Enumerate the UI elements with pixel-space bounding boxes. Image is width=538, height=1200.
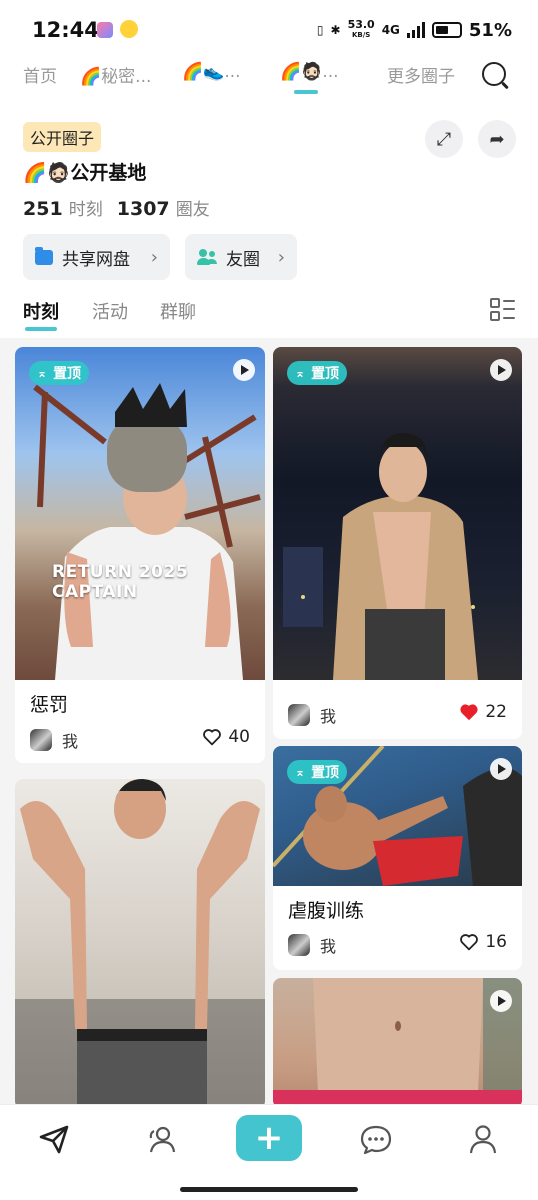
members-count: 1307 xyxy=(116,198,170,220)
post-video-thumbnail[interactable] xyxy=(273,978,522,1108)
post-title: 虐腹训练 xyxy=(288,900,365,922)
feed-card[interactable] xyxy=(273,978,522,1108)
like-button[interactable]: 40 xyxy=(202,727,250,747)
circle-header: 公开圈子 ⤢ ➦ 🌈🧔🏻公开基地 251 时刻 1307 圈友 共享网盘 › 友… xyxy=(0,100,538,338)
public-circle-badge: 公开圈子 xyxy=(23,122,102,152)
signal-icon xyxy=(406,22,425,38)
share-icon[interactable]: ➦ xyxy=(478,120,516,158)
post-video-thumbnail[interactable] xyxy=(15,779,265,1109)
chat-icon[interactable] xyxy=(356,1119,396,1159)
friends-label: 友圈 xyxy=(226,249,260,270)
feed-card[interactable]: ⌅ 置顶 我 22 xyxy=(273,347,522,739)
app-screen: 12:44 ▯ ✱ 53.0 KB/S 4G 51% 首页 🌈秘密... 🌈👟..… xyxy=(0,0,538,1200)
circle-stats: 251 时刻 1307 圈友 xyxy=(23,195,218,220)
shared-drive-button[interactable]: 共享网盘 › xyxy=(23,234,170,280)
like-button[interactable]: 16 xyxy=(459,932,507,952)
tab-moments[interactable]: 时刻 xyxy=(23,298,59,331)
heart-outline-icon xyxy=(203,729,222,746)
moments-count: 251 xyxy=(23,198,63,220)
folder-icon xyxy=(35,246,53,265)
friends-icon[interactable] xyxy=(141,1119,181,1159)
battery-icon xyxy=(431,22,462,38)
home-indicator[interactable] xyxy=(180,1187,358,1192)
friends-icon xyxy=(197,249,217,265)
net-speed: 53.0 KB/S xyxy=(347,18,375,39)
post-figure-illustration xyxy=(273,978,522,1108)
tab-secret-circle[interactable]: 🌈秘密... xyxy=(80,62,151,87)
author-name: 我 xyxy=(320,707,337,726)
like-count: 16 xyxy=(485,932,507,952)
battery-percent: 51% xyxy=(468,19,512,41)
add-post-button[interactable]: + xyxy=(236,1115,302,1161)
chevron-right-icon: › xyxy=(150,246,158,268)
feed-card[interactable]: RETURN 2025 CAPTAIN ⌅ 置顶 惩罚 我 40 xyxy=(15,347,265,763)
duck-notification-icon xyxy=(120,20,138,38)
expand-icon[interactable]: ⤢ xyxy=(425,120,463,158)
post-figure-illustration xyxy=(15,779,265,1109)
post-title: 惩罚 xyxy=(30,694,69,716)
pin-top-icon: ⌅ xyxy=(37,366,48,380)
shared-drive-label: 共享网盘 xyxy=(62,249,130,270)
like-button[interactable]: 22 xyxy=(459,702,507,722)
layout-toggle-icon[interactable] xyxy=(490,298,516,322)
like-count: 40 xyxy=(228,727,250,747)
like-count: 22 xyxy=(485,702,507,722)
moments-label: 时刻 xyxy=(68,200,103,220)
paper-plane-icon[interactable] xyxy=(34,1119,74,1159)
circle-title: 🌈🧔🏻公开基地 xyxy=(23,162,147,184)
bottom-nav: + xyxy=(0,1104,538,1200)
pin-top-icon: ⌅ xyxy=(295,366,306,380)
bluetooth-icon: ✱ xyxy=(330,23,341,37)
post-video-thumbnail[interactable]: ⌅ 置顶 xyxy=(273,347,522,680)
circle-tab-bar: 首页 🌈秘密... 🌈👟... 🌈🧔🏻... 更多圈子 xyxy=(0,58,538,100)
pinned-badge: ⌅ 置顶 xyxy=(287,361,348,385)
play-icon xyxy=(490,990,512,1012)
post-author[interactable]: 我 xyxy=(30,728,78,752)
post-video-thumbnail[interactable]: ⌅ 置顶 xyxy=(273,746,522,886)
friends-circle-button[interactable]: 友圈 › xyxy=(185,234,297,280)
heart-outline-icon xyxy=(460,934,479,951)
feed-card[interactable]: ⌅ 置顶 虐腹训练 我 16 xyxy=(273,746,522,970)
play-icon xyxy=(490,758,512,780)
members-label: 圈友 xyxy=(175,200,210,220)
status-indicators: ▯ ✱ 53.0 KB/S 4G 51% xyxy=(317,18,512,42)
video-overlay-caption: RETURN 2025 CAPTAIN xyxy=(52,562,189,602)
tab-activities[interactable]: 活动 xyxy=(92,298,128,324)
profile-icon[interactable] xyxy=(463,1119,503,1159)
pinned-badge: ⌅ 置顶 xyxy=(287,760,348,784)
tab-public-base[interactable]: 🌈🧔🏻... xyxy=(280,62,339,94)
pinned-badge: ⌅ 置顶 xyxy=(29,361,90,385)
chevron-right-icon: › xyxy=(277,246,285,268)
status-bar: 12:44 ▯ ✱ 53.0 KB/S 4G 51% xyxy=(0,0,538,58)
play-icon xyxy=(490,359,512,381)
tab-more-circles[interactable]: 更多圈子 xyxy=(387,62,455,87)
network-type: 4G xyxy=(381,23,400,37)
author-name: 我 xyxy=(62,732,79,751)
search-icon[interactable] xyxy=(482,62,506,86)
app-notification-icon xyxy=(97,22,113,38)
post-figure-illustration xyxy=(283,432,478,680)
vibrate-icon: ▯ xyxy=(316,23,324,37)
post-figure-illustration xyxy=(33,383,261,680)
tab-home[interactable]: 首页 xyxy=(23,62,57,87)
tab-shoe-circle[interactable]: 🌈👟... xyxy=(182,62,241,82)
post-author[interactable]: 我 xyxy=(288,933,336,957)
avatar xyxy=(288,934,310,956)
author-name: 我 xyxy=(320,937,337,956)
post-author[interactable]: 我 xyxy=(288,703,336,727)
play-icon xyxy=(233,359,255,381)
avatar xyxy=(30,729,52,751)
avatar xyxy=(288,704,310,726)
tab-group-chat[interactable]: 群聊 xyxy=(160,298,196,324)
heart-filled-icon xyxy=(460,704,478,720)
feed-card[interactable] xyxy=(15,779,265,1109)
pin-top-icon: ⌅ xyxy=(295,765,306,779)
status-time: 12:44 xyxy=(32,18,99,42)
post-video-thumbnail[interactable]: RETURN 2025 CAPTAIN ⌅ 置顶 xyxy=(15,347,265,680)
